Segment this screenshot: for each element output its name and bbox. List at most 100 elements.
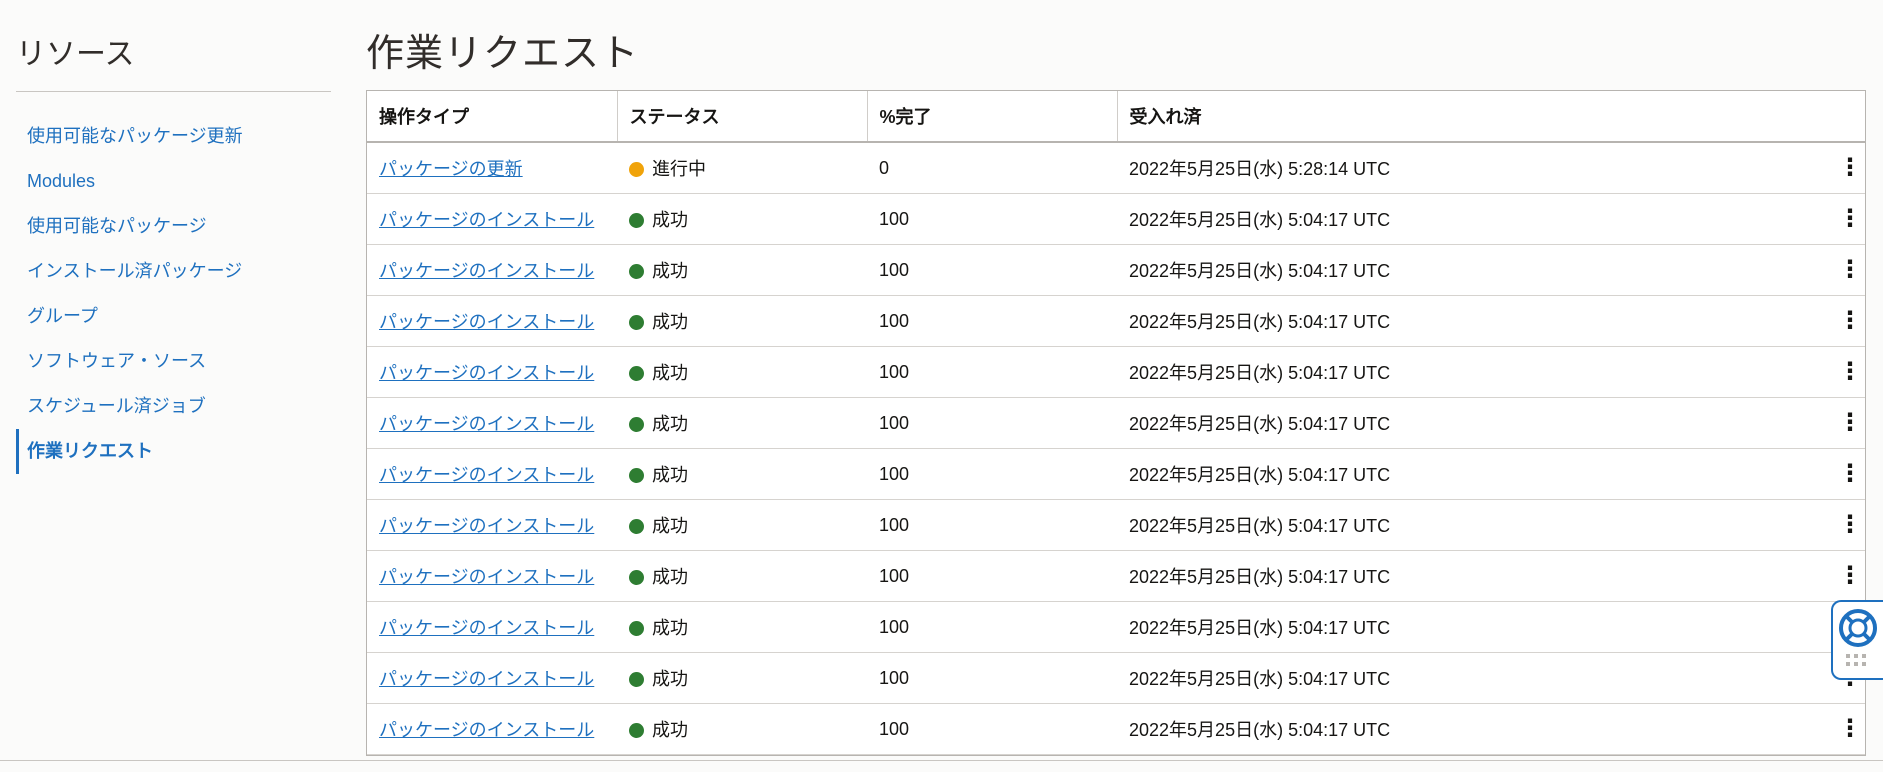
status-text: 成功: [652, 618, 688, 638]
table-row: パッケージのインストール 成功 100 2022年5月25日(水) 5:04:17 U…: [367, 193, 1865, 245]
cell-status: 進行中: [617, 142, 867, 194]
cell-operation-type: パッケージのインストール: [367, 652, 617, 704]
operation-type-link[interactable]: パッケージのインストール: [379, 414, 594, 434]
cell-accepted: 2022年5月25日(水) 5:04:17 UTC ⋮: [1117, 193, 1865, 245]
sidebar-item-software-sources[interactable]: ソフトウェア・ソース: [16, 339, 331, 384]
operation-type-link[interactable]: パッケージのインストール: [379, 312, 594, 332]
cell-percent-complete: 100: [867, 550, 1117, 602]
accepted-date-text: 2022年5月25日(水) 5:04:17 UTC: [1129, 669, 1391, 689]
operation-type-link[interactable]: パッケージの更新: [379, 159, 523, 179]
cell-operation-type: パッケージのインストール: [367, 193, 617, 245]
sidebar-item-work-requests[interactable]: 作業リクエスト: [16, 429, 331, 474]
kebab-menu-icon[interactable]: ⋮: [1835, 296, 1865, 346]
status-dot-icon: [629, 672, 644, 687]
table-row: パッケージのインストール 成功 100 2022年5月25日(水) 5:04:17 U…: [367, 601, 1865, 653]
cell-percent-complete: 100: [867, 346, 1117, 398]
operation-type-link[interactable]: パッケージのインストール: [379, 618, 594, 638]
kebab-menu-icon[interactable]: ⋮: [1835, 347, 1865, 397]
cell-accepted: 2022年5月25日(水) 5:04:17 UTC⋮: [1117, 652, 1865, 704]
operation-type-link[interactable]: パッケージのインストール: [379, 210, 594, 230]
column-header-status[interactable]: ステータス: [617, 91, 868, 143]
kebab-menu-icon[interactable]: ⋮: [1835, 143, 1865, 193]
sidebar-item-groups[interactable]: グループ: [16, 294, 331, 339]
cell-operation-type: パッケージのインストール: [367, 601, 617, 653]
cell-status: 成功: [617, 499, 867, 551]
sidebar-item-scheduled-jobs[interactable]: スケジュール済ジョブ: [16, 384, 331, 429]
help-widget[interactable]: [1831, 600, 1883, 680]
operation-type-link[interactable]: パッケージのインストール: [379, 363, 594, 383]
accepted-date-text: 2022年5月25日(水) 5:28:14 UTC: [1129, 159, 1391, 179]
status-dot-icon: [629, 264, 644, 279]
cell-status: 成功: [617, 703, 867, 755]
drag-handle-icon: [1846, 654, 1866, 666]
table-row: パッケージのインストール 成功 100 2022年5月25日(水) 5:04:17 U…: [367, 346, 1865, 398]
operation-type-link[interactable]: パッケージのインストール: [379, 720, 594, 740]
accepted-date-text: 2022年5月25日(水) 5:04:17 UTC: [1129, 465, 1391, 485]
column-header-operation-type[interactable]: 操作タイプ: [367, 91, 618, 143]
status-text: 成功: [652, 414, 688, 434]
status-dot-icon: [629, 315, 644, 330]
operation-type-link[interactable]: パッケージのインストール: [379, 465, 594, 485]
accepted-date-text: 2022年5月25日(水) 5:04:17 UTC: [1129, 312, 1391, 332]
cell-status: 成功: [617, 652, 867, 704]
table-row: パッケージの更新 進行中 0 2022年5月25日(水) 5:28:14 UTC ⋮: [367, 142, 1865, 194]
operation-type-link[interactable]: パッケージのインストール: [379, 516, 594, 536]
operation-type-link[interactable]: パッケージのインストール: [379, 669, 594, 689]
accepted-date-text: 2022年5月25日(水) 5:04:17 UTC: [1129, 414, 1391, 434]
status-text: 成功: [652, 210, 688, 230]
cell-operation-type: パッケージのインストール: [367, 703, 617, 755]
cell-status: 成功: [617, 346, 867, 398]
cell-accepted: 2022年5月25日(水) 5:04:17 UTC⋮: [1117, 499, 1865, 551]
cell-status: 成功: [617, 448, 867, 500]
operation-type-link[interactable]: パッケージのインストール: [379, 567, 594, 587]
cell-percent-complete: 0: [867, 142, 1117, 194]
status-text: 成功: [652, 312, 688, 332]
bottom-scroll-edge: [0, 760, 1883, 772]
cell-status: 成功: [617, 397, 867, 449]
status-dot-icon: [629, 570, 644, 585]
table-row: パッケージのインストール 成功 100 2022年5月25日(水) 5:04:17 U…: [367, 550, 1865, 602]
cell-percent-complete: 100: [867, 652, 1117, 704]
status-dot-icon: [629, 162, 644, 177]
sidebar-item-available-updates[interactable]: 使用可能なパッケージ更新: [16, 114, 331, 159]
cell-percent-complete: 100: [867, 397, 1117, 449]
cell-percent-complete: 100: [867, 244, 1117, 296]
cell-percent-complete: 100: [867, 703, 1117, 755]
sidebar: リソース 使用可能なパッケージ更新 Modules 使用可能なパッケージ インス…: [16, 0, 331, 474]
cell-status: 成功: [617, 193, 867, 245]
cell-percent-complete: 100: [867, 193, 1117, 245]
cell-accepted: 2022年5月25日(水) 5:04:17 UTC ⋮: [1117, 295, 1865, 347]
status-text: 成功: [652, 669, 688, 689]
table-row: パッケージのインストール 成功 100 2022年5月25日(水) 5:04:17 U…: [367, 397, 1865, 449]
status-dot-icon: [629, 213, 644, 228]
status-text: 成功: [652, 720, 688, 740]
accepted-date-text: 2022年5月25日(水) 5:04:17 UTC: [1129, 567, 1391, 587]
status-text: 進行中: [652, 159, 706, 179]
column-header-percent-complete[interactable]: %完了: [867, 91, 1118, 143]
status-text: 成功: [652, 363, 688, 383]
kebab-menu-icon[interactable]: ⋮: [1835, 551, 1865, 601]
cell-operation-type: パッケージのインストール: [367, 397, 617, 449]
accepted-date-text: 2022年5月25日(水) 5:04:17 UTC: [1129, 720, 1391, 740]
status-dot-icon: [629, 417, 644, 432]
cell-status: 成功: [617, 550, 867, 602]
table-header-row: 操作タイプ ステータス %完了 受入れ済: [367, 91, 1865, 143]
table-row: パッケージのインストール 成功 100 2022年5月25日(水) 5:04:17 U…: [367, 499, 1865, 551]
table-row: パッケージのインストール 成功 100 2022年5月25日(水) 5:04:17 U…: [367, 703, 1865, 755]
cell-percent-complete: 100: [867, 601, 1117, 653]
sidebar-item-installed-packages[interactable]: インストール済パッケージ: [16, 249, 331, 294]
cell-accepted: 2022年5月25日(水) 5:04:17 UTC⋮: [1117, 244, 1865, 296]
operation-type-link[interactable]: パッケージのインストール: [379, 261, 594, 281]
kebab-menu-icon[interactable]: ⋮: [1835, 500, 1865, 550]
kebab-menu-icon[interactable]: ⋮: [1835, 704, 1865, 754]
sidebar-item-available-packages[interactable]: 使用可能なパッケージ: [16, 204, 331, 249]
kebab-menu-icon[interactable]: ⋮: [1835, 194, 1865, 244]
accepted-date-text: 2022年5月25日(水) 5:04:17 UTC: [1129, 210, 1391, 230]
column-header-accepted[interactable]: 受入れ済: [1117, 91, 1865, 143]
sidebar-item-modules[interactable]: Modules: [16, 159, 331, 204]
status-dot-icon: [629, 468, 644, 483]
lifebuoy-icon[interactable]: [1833, 602, 1883, 680]
kebab-menu-icon[interactable]: ⋮: [1835, 449, 1865, 499]
kebab-menu-icon[interactable]: ⋮: [1835, 398, 1865, 448]
kebab-menu-icon[interactable]: ⋮: [1835, 245, 1865, 295]
